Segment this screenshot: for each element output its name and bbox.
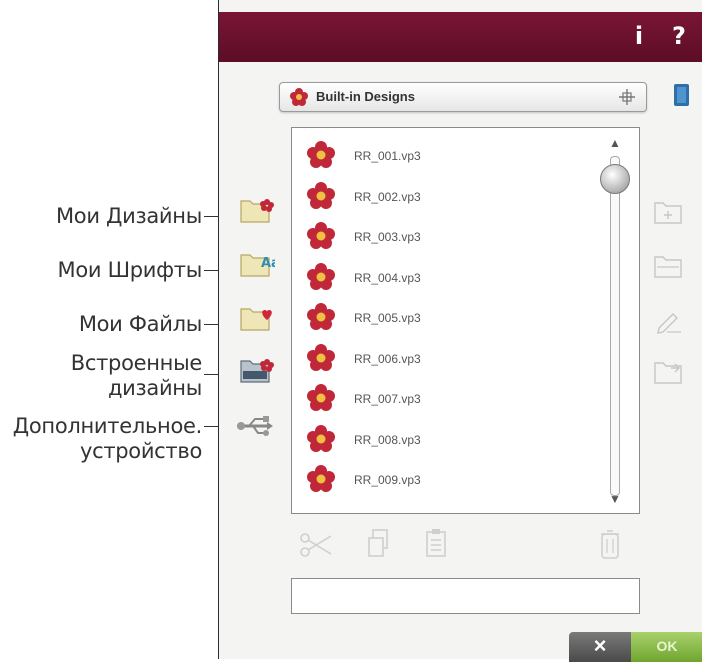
info-button[interactable]: i: [626, 22, 652, 50]
my-files-folder-button[interactable]: [239, 304, 275, 339]
file-name: RR_004.vp3: [354, 270, 421, 285]
ok-button[interactable]: OK: [631, 632, 702, 662]
annotation-builtin-line1: Встроенные: [70, 351, 203, 375]
file-row[interactable]: RR_004.vp3: [306, 262, 586, 292]
my-designs-folder-button[interactable]: [239, 196, 275, 231]
annotation-device: Дополнительное. устройство: [0, 414, 203, 464]
file-list[interactable]: RR_001.vp3 RR_002.vp3 RR_003.vp3 RR_004.vp3…: [291, 127, 640, 514]
annotation-my-fonts: Мои Шрифты: [57, 258, 203, 282]
delete-button[interactable]: [599, 528, 621, 565]
title-bar: i ?: [219, 12, 702, 62]
file-row[interactable]: RR_002.vp3: [306, 181, 586, 211]
file-row[interactable]: RR_009.vp3: [306, 464, 586, 494]
flower-design-icon: [306, 181, 336, 216]
annotation-device-line2: устройство: [79, 439, 202, 463]
flower-design-icon: [306, 343, 336, 378]
annotation-builtin-line2: дизайны: [107, 376, 202, 400]
file-name: RR_007.vp3: [354, 392, 421, 406]
flower-icon: [289, 87, 309, 112]
my-fonts-folder-button[interactable]: Aa: [239, 250, 280, 285]
help-button[interactable]: ?: [666, 22, 692, 50]
annotation-builtin-designs: Встроенные дизайны: [20, 351, 203, 401]
file-row[interactable]: RR_005.vp3: [306, 302, 586, 332]
folder-up-button[interactable]: [653, 254, 685, 285]
open-folder-button[interactable]: [653, 360, 685, 391]
flower-design-icon: [306, 140, 336, 175]
file-row[interactable]: RR_006.vp3: [306, 343, 586, 373]
annotation-my-files: Мои Файлы: [78, 312, 202, 336]
annotation-device-line1: Дополнительное.: [12, 414, 203, 438]
svg-text:Aa: Aa: [261, 256, 275, 271]
location-dropdown[interactable]: Built-in Designs: [279, 82, 647, 112]
file-manager-window: i ? Built-in Designs A RR_001.vp3 RR_002…: [218, 0, 702, 662]
file-name: RR_005.vp3: [354, 311, 421, 325]
file-name: RR_003.vp3: [354, 230, 421, 244]
flower-design-icon: [306, 302, 336, 337]
scrollbar-track[interactable]: [610, 156, 620, 496]
file-name: RR_009.vp3: [354, 473, 421, 487]
usb-device-icon[interactable]: [235, 414, 275, 443]
file-row[interactable]: RR_008.vp3: [306, 424, 586, 454]
scroll-down-arrow[interactable]: ▼: [607, 492, 623, 506]
rename-button[interactable]: [653, 308, 685, 339]
flower-design-icon: [306, 383, 336, 418]
new-folder-button[interactable]: [653, 200, 685, 231]
copy-button[interactable]: [367, 528, 391, 563]
flower-design-icon: [306, 262, 336, 297]
flower-design-icon: [306, 221, 336, 256]
move-icon: [618, 88, 636, 111]
filename-input[interactable]: [291, 578, 640, 614]
scroll-up-arrow[interactable]: ▲: [607, 136, 623, 150]
file-name: RR_002.vp3: [354, 189, 421, 204]
file-row[interactable]: RR_003.vp3: [306, 221, 586, 251]
file-row[interactable]: RR_001.vp3: [306, 140, 586, 170]
builtin-designs-folder-button[interactable]: [239, 356, 275, 391]
dropdown-selected-label: Built-in Designs: [316, 89, 415, 104]
file-name: RR_008.vp3: [354, 432, 421, 447]
flower-design-icon: [306, 424, 336, 459]
file-name: RR_001.vp3: [354, 149, 421, 163]
storage-device-icon[interactable]: [671, 82, 693, 113]
cancel-button[interactable]: ×: [569, 632, 631, 662]
file-row[interactable]: RR_007.vp3: [306, 383, 586, 413]
cut-button[interactable]: [299, 530, 333, 565]
flower-design-icon: [306, 464, 336, 499]
file-name: RR_006.vp3: [354, 351, 421, 366]
scrollbar-knob[interactable]: [600, 164, 630, 194]
annotation-my-designs: Мои Дизайны: [55, 204, 202, 228]
paste-button[interactable]: [425, 528, 449, 563]
